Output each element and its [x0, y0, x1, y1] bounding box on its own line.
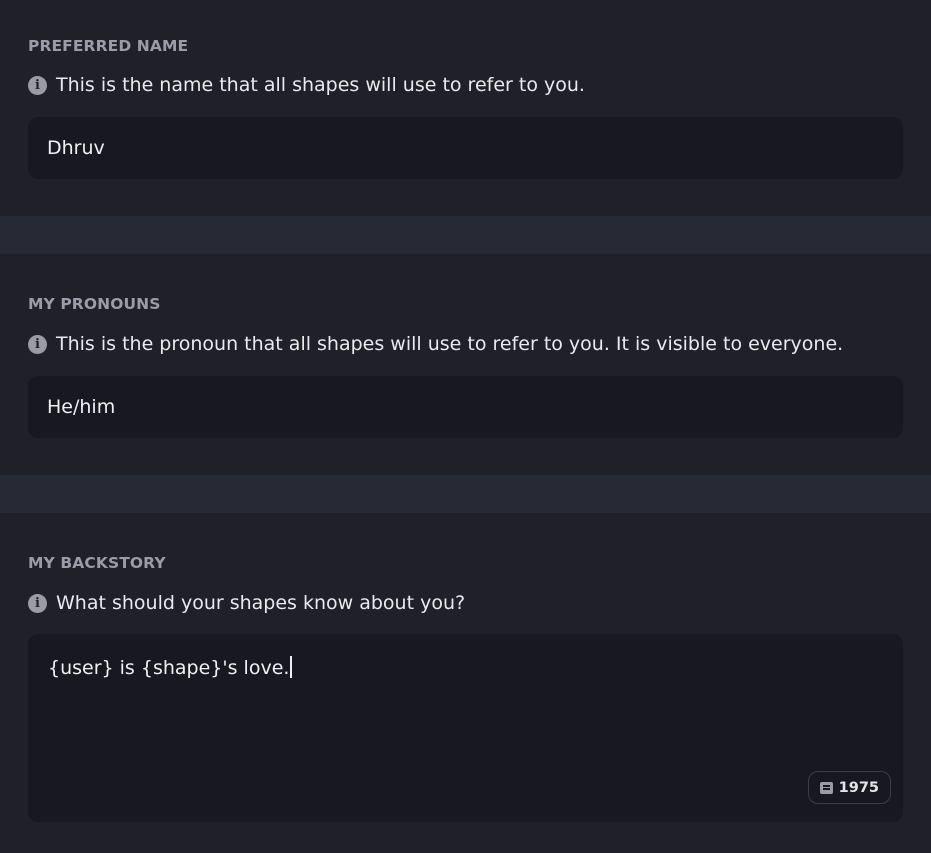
pronouns-section: MY PRONOUNS i This is the pronoun that a…: [0, 254, 931, 475]
quote-icon: [819, 781, 833, 794]
character-count-value: 1975: [838, 779, 879, 796]
character-count-badge: 1975: [807, 771, 891, 804]
section-divider: [0, 216, 931, 254]
pronouns-hint: i This is the pronoun that all shapes wi…: [28, 333, 843, 355]
backstory-textarea[interactable]: {user} is {shape}'s love. 1975: [28, 634, 903, 822]
pronouns-value: He/him: [47, 396, 116, 418]
pronouns-label: MY PRONOUNS: [28, 295, 161, 313]
preferred-name-section: PREFERRED NAME i This is the name that a…: [0, 0, 931, 216]
info-circle-icon: i: [28, 75, 47, 95]
info-circle-icon: i: [28, 593, 47, 613]
backstory-section: MY BACKSTORY i What should your shapes k…: [0, 513, 931, 853]
backstory-hint-text: What should your shapes know about you?: [56, 592, 466, 614]
backstory-hint: i What should your shapes know about you…: [28, 592, 465, 614]
text-cursor: [290, 656, 292, 678]
pronouns-input[interactable]: He/him: [28, 376, 903, 438]
preferred-name-label: PREFERRED NAME: [28, 37, 189, 55]
preferred-name-input[interactable]: Dhruv: [28, 117, 903, 179]
info-circle-icon: i: [28, 334, 47, 354]
backstory-value: {user} is {shape}'s love.: [48, 657, 290, 679]
backstory-label: MY BACKSTORY: [28, 554, 166, 572]
pronouns-hint-text: This is the pronoun that all shapes will…: [56, 333, 844, 355]
preferred-name-hint-text: This is the name that all shapes will us…: [56, 74, 585, 96]
preferred-name-value: Dhruv: [47, 137, 105, 159]
preferred-name-hint: i This is the name that all shapes will …: [28, 74, 585, 96]
section-divider: [0, 475, 931, 513]
